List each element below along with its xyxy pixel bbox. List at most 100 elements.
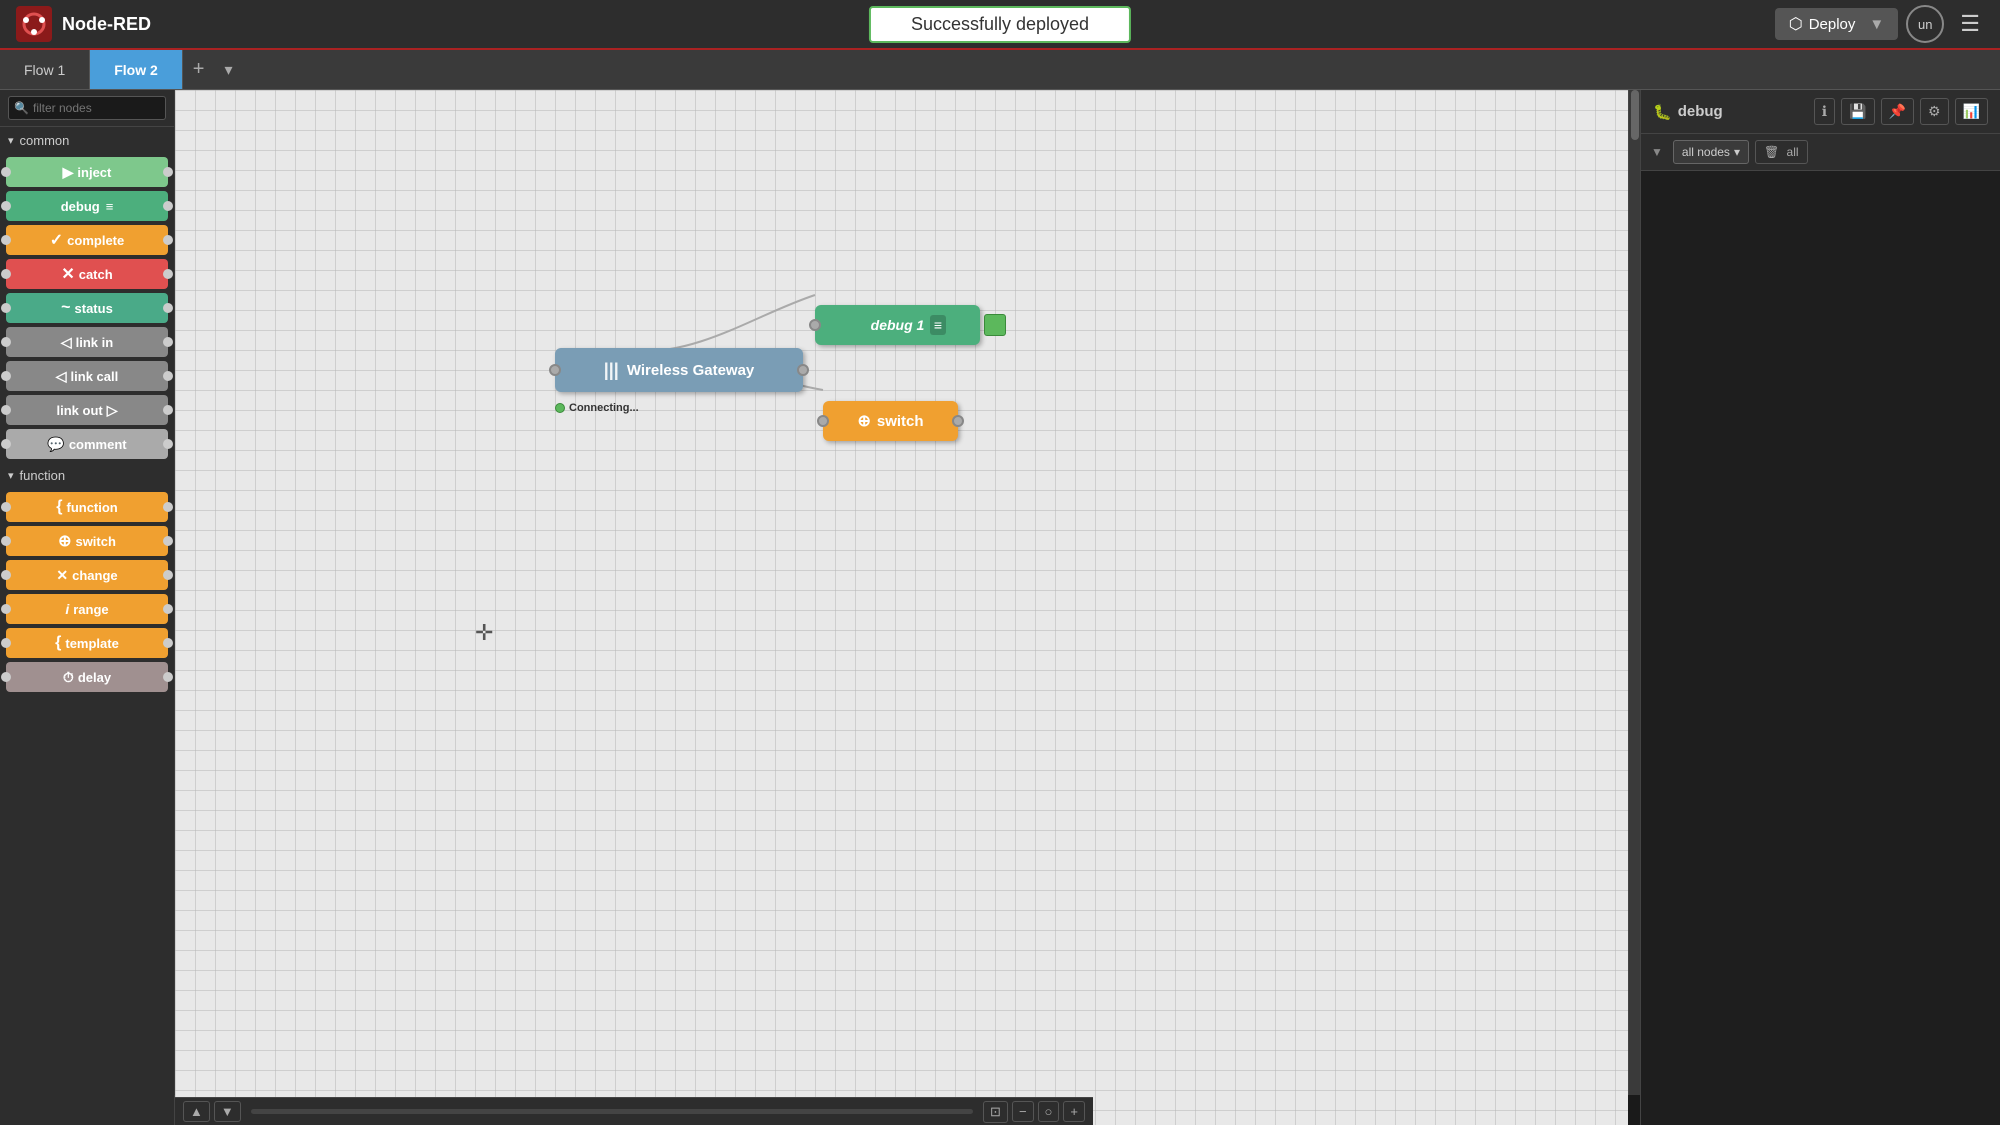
port-left xyxy=(1,439,11,449)
list-item[interactable]: i range xyxy=(6,593,168,625)
list-item[interactable]: ✕ catch xyxy=(6,258,168,290)
port-left xyxy=(1,638,11,648)
list-item[interactable]: debug ≡ xyxy=(6,190,168,222)
horizontal-scrollbar[interactable] xyxy=(251,1109,973,1114)
topbar-right: ⬡ Deploy ▼ un ☰ xyxy=(1775,5,2000,43)
tab-options-button[interactable]: ▾ xyxy=(214,50,242,89)
catch-node[interactable]: ✕ catch xyxy=(6,259,168,289)
all-nodes-filter[interactable]: all nodes ▾ xyxy=(1673,140,1749,164)
list-item[interactable]: 💬 comment xyxy=(6,428,168,460)
zoom-out-btn[interactable]: − xyxy=(1012,1101,1034,1122)
port-right xyxy=(163,502,173,512)
pin-button[interactable]: 📌 xyxy=(1881,98,1914,125)
canvas-area[interactable]: ||| Wireless Gateway Connecting... debug… xyxy=(175,90,1628,1125)
port-right xyxy=(163,201,173,211)
chart-button[interactable]: 📊 xyxy=(1955,98,1988,125)
port-right xyxy=(163,371,173,381)
delay-node[interactable]: ⏱ delay xyxy=(6,662,168,692)
range-node[interactable]: i range xyxy=(6,594,168,624)
deploy-icon: ⬡ xyxy=(1789,14,1803,34)
zoom-down-btn[interactable]: ▼ xyxy=(214,1101,241,1122)
filter-icon: ▼ xyxy=(1651,145,1663,159)
inject-node[interactable]: ▶ inject xyxy=(6,157,168,187)
comment-node[interactable]: 💬 comment xyxy=(6,429,168,459)
chevron-down-icon: ▾ xyxy=(8,469,14,482)
list-item[interactable]: { function xyxy=(6,491,168,523)
port-left xyxy=(1,235,11,245)
change-node[interactable]: ✕ change xyxy=(6,560,168,590)
right-panel-tools: ℹ 💾 📌 ⚙ 📊 xyxy=(1814,98,1988,125)
port-right xyxy=(797,364,809,376)
list-item[interactable]: ▶ inject xyxy=(6,156,168,188)
port-left xyxy=(1,536,11,546)
list-item[interactable]: ◁ link call xyxy=(6,360,168,392)
list-item[interactable]: ⏱ delay xyxy=(6,661,168,693)
port-right xyxy=(163,536,173,546)
debug-list-button[interactable]: ≡ xyxy=(930,315,946,335)
port-left xyxy=(1,337,11,347)
link-out-node[interactable]: link out ▷ xyxy=(6,395,168,425)
port-left xyxy=(1,405,11,415)
status-dot xyxy=(555,403,565,413)
list-item[interactable]: link out ▷ xyxy=(6,394,168,426)
zoom-in-btn[interactable]: + xyxy=(1063,1101,1085,1122)
port-left xyxy=(1,371,11,381)
list-item[interactable]: ~ status xyxy=(6,292,168,324)
port-right xyxy=(163,235,173,245)
port-left xyxy=(1,502,11,512)
switch-node-sidebar[interactable]: ⊕ switch xyxy=(6,526,168,556)
section-function[interactable]: ▾ function xyxy=(0,462,174,489)
section-common[interactable]: ▾ common xyxy=(0,127,174,154)
filter-nodes-input[interactable] xyxy=(8,96,166,120)
connections-svg xyxy=(175,90,1628,1125)
list-item[interactable]: ◁ link in xyxy=(6,326,168,358)
deploy-status-banner: Successfully deployed xyxy=(869,6,1131,43)
fit-view-btn[interactable]: ⊡ xyxy=(983,1101,1008,1123)
list-item[interactable]: ⊕ switch xyxy=(6,525,168,557)
list-item[interactable]: ✕ change xyxy=(6,559,168,591)
zoom-reset-btn[interactable]: ○ xyxy=(1038,1101,1060,1122)
port-left xyxy=(1,570,11,580)
sidebar: 🔍 ▾ common ▶ inject debu xyxy=(0,90,175,1125)
app-title: Node-RED xyxy=(62,14,151,35)
port-left xyxy=(1,269,11,279)
list-item[interactable]: { template xyxy=(6,627,168,659)
save-button[interactable]: 💾 xyxy=(1841,98,1874,125)
canvas-right-scrollbar[interactable] xyxy=(1628,90,1640,1095)
clear-debug-button[interactable]: 🗑 all xyxy=(1755,140,1808,164)
node-status: Connecting... xyxy=(555,402,639,414)
tab-flow2[interactable]: Flow 2 xyxy=(90,50,183,89)
template-node[interactable]: { template xyxy=(6,628,168,658)
nodes-list: ▾ common ▶ inject debug ≡ xyxy=(0,127,174,1125)
status-node[interactable]: ~ status xyxy=(6,293,168,323)
tab-flow1[interactable]: Flow 1 xyxy=(0,50,90,89)
bottom-bar: ▲ ▼ ⊡ − ○ + xyxy=(175,1097,1093,1125)
node-red-logo xyxy=(16,6,52,42)
topbar: Node-RED Successfully deployed ⬡ Deploy … xyxy=(0,0,2000,50)
info-button[interactable]: ℹ xyxy=(1814,98,1835,125)
link-call-node[interactable]: ◁ link call xyxy=(6,361,168,391)
port-right xyxy=(163,672,173,682)
zoom-up-btn[interactable]: ▲ xyxy=(183,1101,210,1122)
list-item[interactable]: ✓ complete xyxy=(6,224,168,256)
debug-green-button[interactable] xyxy=(984,314,1006,336)
debug-1-node[interactable]: debug 1 ≡ xyxy=(815,305,980,345)
wireless-gateway-node[interactable]: ||| Wireless Gateway Connecting... xyxy=(555,348,803,392)
switch-canvas-node[interactable]: ⊕ switch xyxy=(823,401,958,441)
deploy-button[interactable]: ⬡ Deploy ▼ xyxy=(1775,8,1899,40)
tabbar: Flow 1 Flow 2 + ▾ xyxy=(0,50,2000,90)
port-left xyxy=(809,319,821,331)
filter-nodes-area: 🔍 xyxy=(0,90,174,127)
add-tab-button[interactable]: + xyxy=(183,50,215,89)
debug-node[interactable]: debug ≡ xyxy=(6,191,168,221)
settings-button[interactable]: ⚙ xyxy=(1920,98,1949,125)
function-node[interactable]: { function xyxy=(6,492,168,522)
user-button[interactable]: un xyxy=(1906,5,1944,43)
port-left xyxy=(1,303,11,313)
menu-button[interactable]: ☰ xyxy=(1952,7,1988,41)
port-right xyxy=(163,167,173,177)
complete-node[interactable]: ✓ complete xyxy=(6,225,168,255)
debug-icon: 🐛 xyxy=(1653,103,1672,121)
chevron-down-icon: ▾ xyxy=(8,134,14,147)
link-in-node[interactable]: ◁ link in xyxy=(6,327,168,357)
